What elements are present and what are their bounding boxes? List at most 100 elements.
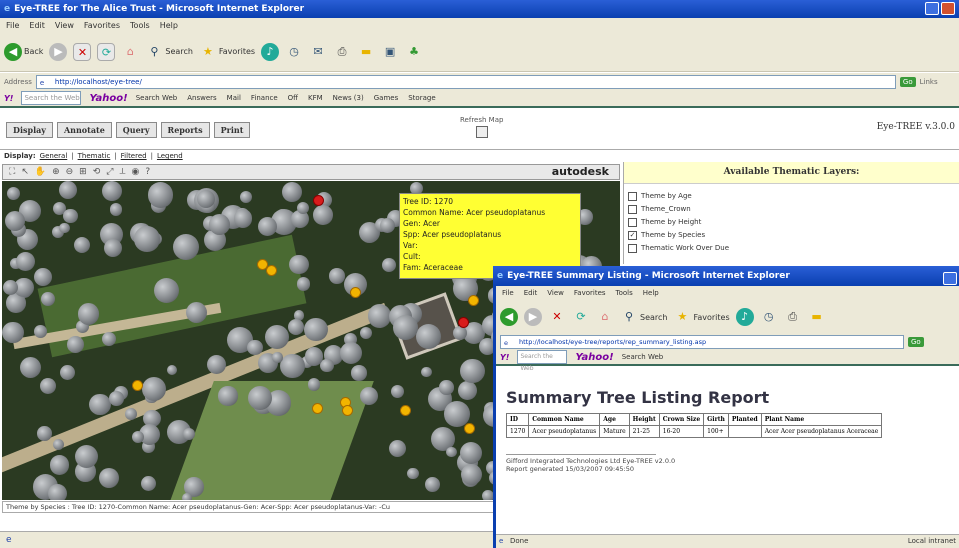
print-icon[interactable]: ⎙ [784, 308, 802, 326]
history-icon[interactable]: ◷ [285, 43, 303, 61]
popup-menu-item-file[interactable]: File [502, 289, 514, 297]
menu-item-file[interactable]: File [6, 21, 19, 30]
mail-icon[interactable]: ✉ [309, 43, 327, 61]
back-button[interactable]: ◀ Back [4, 42, 43, 61]
layer-checkbox[interactable] [628, 217, 637, 227]
yahoo-item[interactable]: Finance [251, 94, 278, 102]
folder-icon[interactable]: ▬ [808, 308, 826, 326]
tree-canopy [67, 335, 85, 353]
yahoo-search-input[interactable]: Search the Web [517, 350, 568, 372]
menu-item-favorites[interactable]: Favorites [84, 21, 120, 30]
zoom-window-icon[interactable]: ⊞ [79, 167, 87, 177]
info-icon[interactable]: ? [145, 167, 150, 177]
print-icon[interactable]: ⎙ [333, 43, 351, 61]
forward-arrow-icon[interactable]: ▶ [49, 42, 68, 61]
yahoo-item[interactable]: Games [374, 94, 399, 102]
layer-checkbox[interactable]: ✓ [628, 230, 637, 240]
yahoo-item[interactable]: Search Web [136, 94, 178, 102]
popup-menu-item-view[interactable]: View [547, 289, 564, 297]
yahoo-search-input[interactable]: Search the Web [21, 91, 82, 105]
go-button[interactable]: Go [899, 76, 916, 87]
home-icon[interactable]: ⌂ [121, 43, 139, 61]
tree-marker[interactable] [266, 265, 277, 276]
menu-item-view[interactable]: View [55, 21, 74, 30]
layer-item[interactable]: Thematic Work Over Due [628, 242, 955, 255]
forward-arrow-icon[interactable]: ▶ [524, 308, 542, 326]
display-link-general[interactable]: General [40, 152, 68, 160]
popup-address-input[interactable]: e http://localhost/eye-tree/reports/rep_… [500, 335, 904, 349]
layer-item[interactable]: Theme_Crown [628, 203, 955, 216]
tree-marker-selected[interactable] [313, 195, 324, 206]
pan-tool-icon[interactable]: ✋ [35, 167, 46, 177]
close-button[interactable] [941, 2, 955, 15]
refresh-icon[interactable]: ⟳ [97, 42, 116, 61]
menu-item-edit[interactable]: Edit [29, 21, 45, 30]
tab-display[interactable]: Display [6, 122, 53, 138]
yahoo-item[interactable]: Off [288, 94, 298, 102]
yahoo-item[interactable]: News (3) [333, 94, 364, 102]
layers-icon[interactable]: ◉ [131, 167, 139, 177]
tree-marker[interactable] [468, 295, 479, 306]
select-tool-icon[interactable]: ⛶ [9, 167, 15, 177]
popup-go-button[interactable]: Go [908, 337, 924, 347]
layer-checkbox[interactable] [628, 204, 637, 214]
display-link-legend[interactable]: Legend [157, 152, 183, 160]
stop-icon[interactable]: ✕ [73, 42, 92, 61]
menu-item-tools[interactable]: Tools [130, 21, 150, 30]
tree-marker-selected[interactable] [458, 317, 469, 328]
popup-menu-item-tools[interactable]: Tools [616, 289, 633, 297]
media-icon[interactable]: ♪ [261, 42, 280, 61]
tab-query[interactable]: Query [115, 122, 157, 138]
tree-marker[interactable] [464, 423, 475, 434]
yahoo-item[interactable]: Answers [187, 94, 216, 102]
favorites-button[interactable]: ★ Favorites [199, 43, 255, 61]
display-link-filtered[interactable]: Filtered [121, 152, 147, 160]
folder-icon[interactable]: ▬ [357, 43, 375, 61]
tab-reports[interactable]: Reports [160, 122, 210, 138]
home-icon[interactable]: ⌂ [596, 308, 614, 326]
popup-menu-item-favorites[interactable]: Favorites [574, 289, 606, 297]
menu-item-help[interactable]: Help [160, 21, 178, 30]
history-icon[interactable]: ◷ [760, 308, 778, 326]
links-label[interactable]: Links [920, 78, 938, 86]
layer-checkbox[interactable] [628, 191, 637, 201]
yahoo-item[interactable]: Storage [408, 94, 435, 102]
tree-marker[interactable] [132, 380, 143, 391]
layer-item[interactable]: Theme by Height [628, 216, 955, 229]
messenger-icon[interactable]: ♣ [405, 43, 423, 61]
popup-close-button[interactable] [943, 272, 957, 285]
layer-checkbox[interactable] [628, 243, 637, 253]
back-arrow-icon[interactable]: ◀ [500, 308, 518, 326]
media-icon[interactable]: ♪ [735, 308, 754, 326]
refresh-icon[interactable]: ⟳ [572, 308, 590, 326]
layer-item[interactable]: ✓ Theme by Species [628, 229, 955, 242]
tree-marker[interactable] [342, 405, 353, 416]
tree-marker[interactable] [400, 405, 411, 416]
zoom-previous-icon[interactable]: ⟲ [93, 167, 101, 177]
tab-print[interactable]: Print [213, 122, 251, 138]
minimize-button[interactable] [925, 2, 939, 15]
zoom-out-icon[interactable]: ⊖ [66, 167, 74, 177]
display-link-thematic[interactable]: Thematic [78, 152, 111, 160]
search-button[interactable]: ⚲ Search [145, 43, 193, 61]
address-input[interactable]: e http://localhost/eye-tree/ [35, 74, 896, 89]
search-button[interactable]: ⚲ Search [620, 308, 668, 326]
popup-status-text: Done [510, 537, 529, 545]
popup-menu-item-help[interactable]: Help [643, 289, 659, 297]
favorites-button[interactable]: ★ Favorites [673, 308, 730, 326]
tree-marker[interactable] [350, 287, 361, 298]
page-icon[interactable]: ▣ [381, 43, 399, 61]
layer-item[interactable]: Theme by Age [628, 190, 955, 203]
tree-marker[interactable] [312, 403, 323, 414]
yahoo-search-web[interactable]: Search Web [622, 353, 664, 361]
stop-icon[interactable]: ✕ [548, 308, 566, 326]
popup-menu-item-edit[interactable]: Edit [524, 289, 538, 297]
yahoo-item[interactable]: KFM [308, 94, 323, 102]
pointer-tool-icon[interactable]: ↖ [21, 167, 29, 177]
zoom-in-icon[interactable]: ⊕ [52, 167, 60, 177]
refresh-map-button[interactable]: Refresh Map [460, 116, 503, 138]
tab-annotate[interactable]: Annotate [56, 122, 112, 138]
measure-icon[interactable]: ⟂ [119, 167, 125, 177]
yahoo-item[interactable]: Mail [227, 94, 241, 102]
zoom-extent-icon[interactable]: ⤢ [106, 167, 113, 177]
